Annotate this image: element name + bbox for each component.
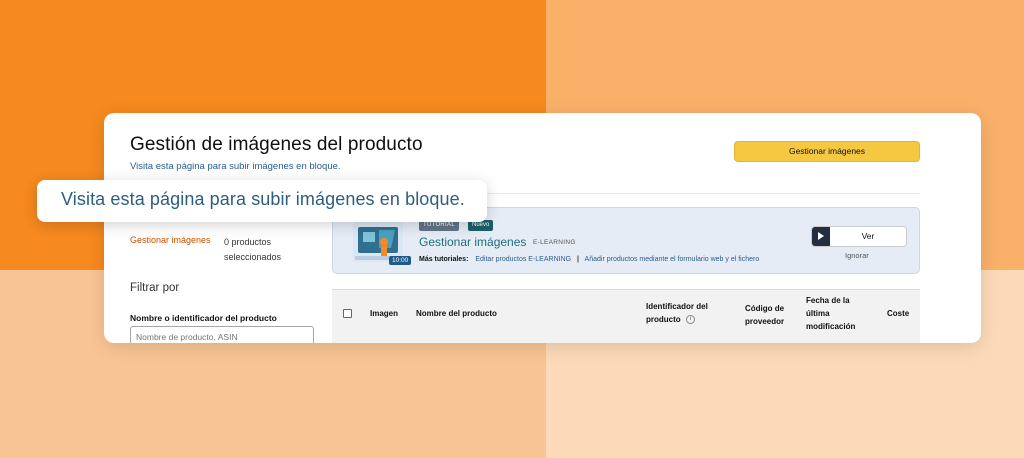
filter-heading: Filtrar por — [130, 282, 180, 294]
tutorial-tag: E-LEARNING — [533, 239, 576, 246]
tutorial-title-link[interactable]: Gestionar imágenes — [419, 235, 526, 249]
products-table-header: Imagen Nombre del producto Identificador… — [332, 289, 920, 343]
column-image[interactable]: Imagen — [370, 307, 398, 320]
tutorial-link-edit-products[interactable]: Editar productos E-LEARNING — [475, 256, 571, 263]
checkbox-icon[interactable] — [343, 309, 352, 318]
product-images-panel: Gestión de imágenes del producto Visita … — [104, 113, 981, 343]
sidebar-manage-images-link[interactable]: Gestionar imágenes — [130, 235, 211, 245]
column-supplier-code[interactable]: Código de proveedor — [745, 302, 795, 328]
bulk-upload-link[interactable]: Visita esta página para subir imágenes e… — [130, 161, 341, 172]
column-last-modified[interactable]: Fecha de la última modificación — [806, 294, 868, 333]
column-product-id[interactable]: Identificador del producto i — [646, 300, 726, 326]
filter-label: Nombre o identificador del producto — [130, 313, 277, 323]
more-tutorials-label: Más tutoriales: — [419, 256, 469, 263]
manage-images-button[interactable]: Gestionar imágenes — [734, 141, 920, 162]
watch-button[interactable]: Ver — [811, 226, 907, 247]
tutorial-link-add-products[interactable]: Añadir productos mediante el formulario … — [585, 256, 760, 263]
callout-text: Visita esta página para subir imágenes e… — [61, 189, 465, 209]
watch-button-label: Ver — [861, 231, 875, 241]
product-search-input[interactable] — [130, 326, 314, 343]
ignore-button[interactable]: Ignorar — [845, 251, 869, 260]
page-title: Gestión de imágenes del producto — [130, 134, 423, 155]
callout-bubble: Visita esta página para subir imágenes e… — [37, 180, 487, 222]
column-product-name[interactable]: Nombre del producto — [416, 307, 497, 320]
column-product-id-label: Identificador del producto — [646, 302, 708, 324]
links-separator: | — [577, 256, 579, 263]
play-icon — [812, 227, 830, 246]
more-tutorials: Más tutoriales: Editar productos E-LEARN… — [419, 256, 759, 263]
info-icon[interactable]: i — [685, 315, 695, 325]
video-duration: 10:00 — [389, 256, 412, 265]
column-cost[interactable]: Coste — [887, 307, 909, 320]
selected-products-count: 0 productos seleccionados — [224, 237, 282, 262]
